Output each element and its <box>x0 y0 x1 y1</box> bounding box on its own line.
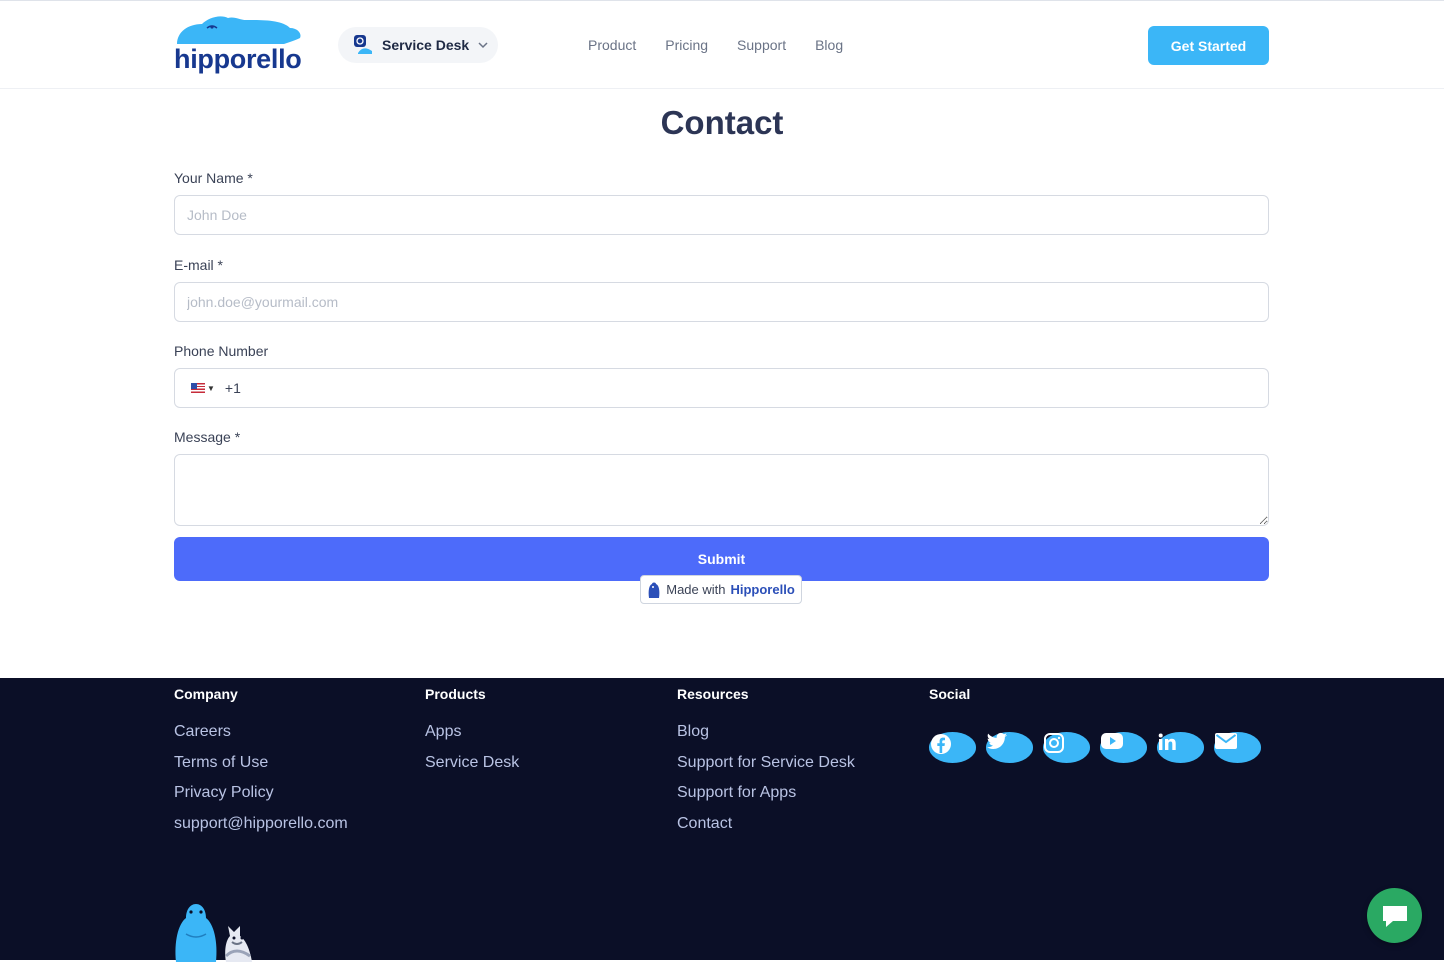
phone-label: Phone Number <box>174 343 269 359</box>
footer-link-privacy[interactable]: Privacy Policy <box>174 784 348 815</box>
nav-support[interactable]: Support <box>737 37 786 53</box>
nav-product[interactable]: Product <box>588 37 636 53</box>
social-icons <box>929 732 1261 763</box>
footer-link-support-apps[interactable]: Support for Apps <box>677 784 855 815</box>
chevron-down-icon <box>478 42 488 49</box>
footer-link-contact[interactable]: Contact <box>677 815 855 846</box>
footer-link-blog[interactable]: Blog <box>677 723 855 754</box>
footer-products: Products Apps Service Desk <box>425 686 519 784</box>
email-field[interactable] <box>174 282 1269 322</box>
hipporello-logo[interactable]: hipporello <box>174 14 304 76</box>
footer-link-support-service-desk[interactable]: Support for Service Desk <box>677 754 855 785</box>
nav-blog[interactable]: Blog <box>815 37 843 53</box>
hippo-mascot-illustration <box>175 904 252 962</box>
page-title: Contact <box>660 104 784 141</box>
linkedin-icon[interactable] <box>1157 732 1204 763</box>
footer-heading-resources: Resources <box>677 686 749 702</box>
hippo-badge-icon <box>648 582 660 598</box>
site-header: hipporello Service Desk Product Pricing … <box>0 1 1444 89</box>
product-switcher[interactable]: Service Desk <box>338 27 498 63</box>
instagram-icon[interactable] <box>1043 732 1090 763</box>
twitter-icon[interactable] <box>986 732 1033 763</box>
caret-down-icon[interactable]: ▼ <box>207 384 215 393</box>
get-started-button[interactable]: Get Started <box>1148 26 1269 65</box>
footer-link-terms[interactable]: Terms of Use <box>174 754 348 785</box>
facebook-icon[interactable] <box>929 732 976 763</box>
name-field[interactable] <box>174 195 1269 235</box>
footer-heading-products: Products <box>425 686 486 702</box>
dial-code: +1 <box>224 380 241 396</box>
made-with-prefix: Made with <box>666 582 726 597</box>
hippo-logo-icon <box>177 16 301 44</box>
footer-link-careers[interactable]: Careers <box>174 723 348 754</box>
name-label: Your Name * <box>174 170 253 186</box>
product-switcher-label: Service Desk <box>382 37 470 53</box>
made-with-badge[interactable]: Made with Hipporello <box>640 575 802 604</box>
service-desk-icon <box>354 35 372 54</box>
footer-link-service-desk[interactable]: Service Desk <box>425 754 519 785</box>
made-with-brand: Hipporello <box>730 582 795 597</box>
chat-bubble-icon <box>1382 905 1407 927</box>
message-field[interactable] <box>174 454 1269 526</box>
message-label: Message * <box>174 429 241 445</box>
nav-pricing[interactable]: Pricing <box>665 37 708 53</box>
footer-link-apps[interactable]: Apps <box>425 723 519 754</box>
mail-icon[interactable] <box>1214 732 1261 763</box>
main-nav: Product Pricing Support Blog <box>588 37 843 53</box>
email-label: E-mail * <box>174 257 224 273</box>
chat-widget-button[interactable] <box>1367 888 1422 943</box>
contact-form: Your Name * E-mail * Phone Number ▼ +1 M… <box>174 170 1269 581</box>
youtube-icon[interactable] <box>1100 732 1147 763</box>
footer-heading-social: Social <box>929 686 971 702</box>
footer-heading-company: Company <box>174 686 238 702</box>
logo-wordmark: hipporello <box>174 44 302 74</box>
footer-link-support-email[interactable]: support@hipporello.com <box>174 815 348 846</box>
footer-social: Social <box>929 686 1261 763</box>
phone-field[interactable]: ▼ +1 <box>174 368 1269 408</box>
us-flag-icon[interactable] <box>191 383 205 393</box>
footer-company: Company Careers Terms of Use Privacy Pol… <box>174 686 348 845</box>
footer-resources: Resources Blog Support for Service Desk … <box>677 686 855 845</box>
site-footer: Company Careers Terms of Use Privacy Pol… <box>0 678 1444 962</box>
